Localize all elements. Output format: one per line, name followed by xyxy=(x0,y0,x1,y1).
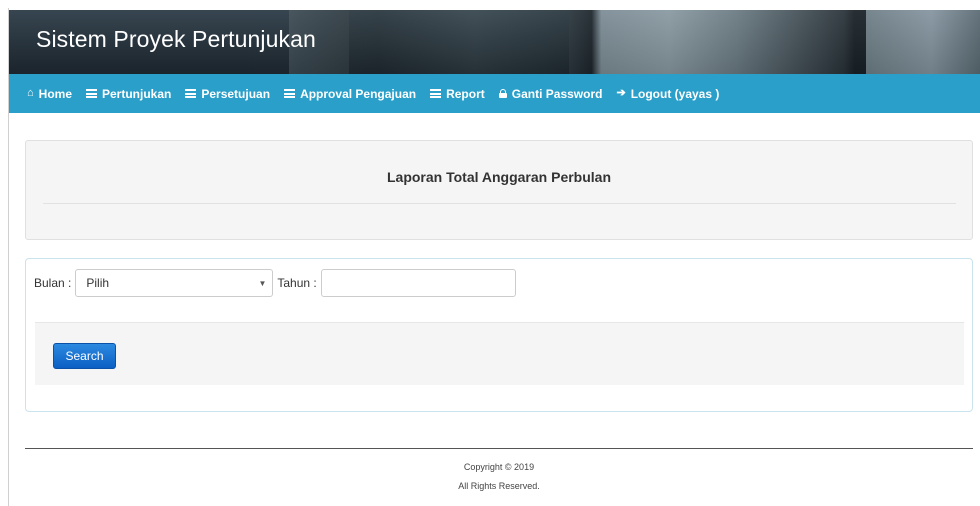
logout-icon: ➔ xyxy=(616,87,626,99)
lock-icon xyxy=(498,89,507,98)
home-icon: ⌂ xyxy=(27,87,34,99)
bulan-selected-value: Pilih xyxy=(86,276,110,290)
nav-item-ganti-password[interactable]: Ganti Password xyxy=(498,86,603,101)
footer-divider xyxy=(25,448,973,449)
form-actions: Search xyxy=(35,322,964,385)
nav-item-logout[interactable]: ➔ Logout (yayas ) xyxy=(616,87,719,101)
nav-item-home[interactable]: ⌂ Home xyxy=(27,87,72,101)
bulan-select[interactable]: Pilih ▼ xyxy=(75,269,274,297)
nav-item-label: Logout (yayas ) xyxy=(630,86,720,101)
nav-item-approval-pengajuan[interactable]: Approval Pengajuan xyxy=(284,87,416,101)
main-navbar: ⌂ Home Pertunjukan Persetujuan Approval … xyxy=(9,74,980,113)
report-title-panel: Laporan Total Anggaran Perbulan xyxy=(25,140,973,240)
nav-item-pertunjukan[interactable]: Pertunjukan xyxy=(86,87,171,101)
filter-panel: Bulan : Pilih ▼ Tahun : Search xyxy=(25,258,973,412)
tahun-input[interactable] xyxy=(320,269,516,297)
bulan-label: Bulan : xyxy=(34,276,72,290)
tahun-label: Tahun : xyxy=(277,276,317,290)
header-banner: Sistem Proyek Pertunjukan xyxy=(9,10,980,74)
nav-item-label: Pertunjukan xyxy=(102,86,172,101)
nav-item-persetujuan[interactable]: Persetujuan xyxy=(185,87,270,101)
list-icon xyxy=(430,89,442,98)
report-title: Laporan Total Anggaran Perbulan xyxy=(386,169,612,185)
footer-copyright: Copyright © 2019 xyxy=(463,462,535,472)
nav-item-label: Persetujuan xyxy=(201,86,271,101)
list-icon xyxy=(86,89,97,98)
nav-item-label: Home xyxy=(38,86,72,101)
caret-down-icon: ▼ xyxy=(258,279,267,288)
list-icon xyxy=(284,89,296,98)
nav-item-label: Ganti Password xyxy=(511,86,603,101)
search-button[interactable]: Search xyxy=(53,343,116,369)
nav-item-label: Approval Pengajuan xyxy=(300,86,417,101)
filter-row: Bulan : Pilih ▼ Tahun : xyxy=(34,269,516,297)
nav-item-label: Report xyxy=(446,86,485,101)
footer-rights: All Rights Reserved. xyxy=(458,481,540,491)
nav-item-report[interactable]: Report xyxy=(430,87,485,101)
list-icon xyxy=(185,89,197,98)
title-divider xyxy=(43,203,956,204)
site-title: Sistem Proyek Pertunjukan xyxy=(36,26,316,52)
